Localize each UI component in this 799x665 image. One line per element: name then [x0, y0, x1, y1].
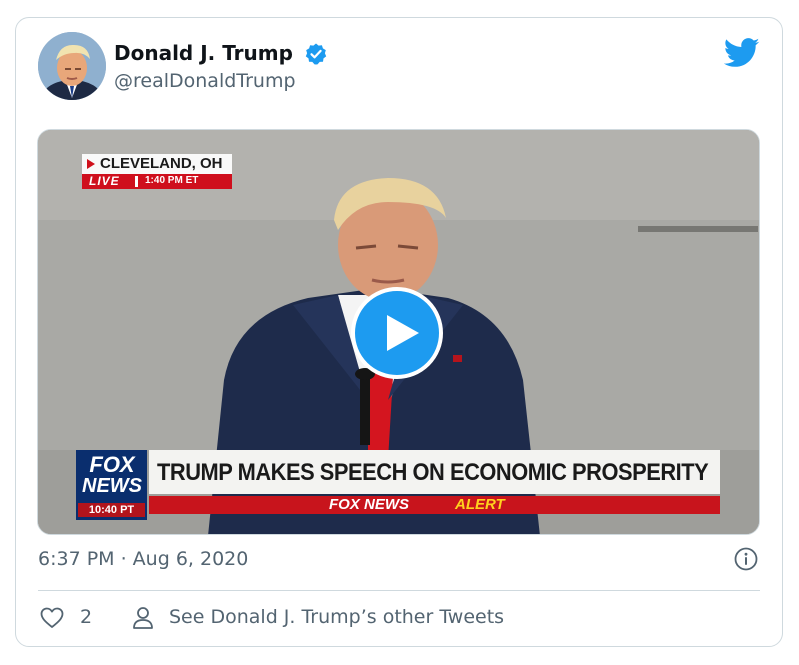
location-banner: CLEVELAND, OH: [82, 154, 232, 174]
video-player[interactable]: CLEVELAND, OH LIVE 1:40 PM ET FOX NEWS 1…: [37, 129, 760, 535]
play-button[interactable]: [351, 287, 443, 379]
live-label: LIVE: [89, 174, 120, 188]
live-time: 1:40 PM ET: [145, 175, 199, 186]
tweet-card[interactable]: Donald J. Trump @realDonaldTrump CLEVELA…: [15, 17, 783, 647]
live-banner: LIVE 1:40 PM ET: [82, 174, 232, 189]
like-count[interactable]: 2: [80, 606, 92, 628]
location-text: CLEVELAND, OH: [100, 155, 223, 172]
author-handle[interactable]: @realDonaldTrump: [114, 70, 296, 92]
tweet-timestamp[interactable]: 6:37 PM · Aug 6, 2020: [38, 548, 248, 570]
fox-news-logo: FOX NEWS 10:40 PT: [76, 450, 147, 520]
verified-badge-icon: [305, 43, 327, 65]
headline-text: TRUMP MAKES SPEECH ON ECONOMIC PROSPERIT…: [157, 459, 709, 486]
person-icon[interactable]: [132, 606, 154, 630]
logo-fox-text: FOX: [89, 452, 135, 477]
alert-word: ALERT: [455, 496, 505, 513]
alert-brand: FOX NEWS: [329, 496, 410, 513]
avatar[interactable]: [38, 32, 106, 100]
headline-banner: TRUMP MAKES SPEECH ON ECONOMIC PROSPERIT…: [149, 450, 720, 494]
info-icon[interactable]: [734, 547, 758, 571]
divider: [38, 590, 760, 591]
alert-banner: FOX NEWS ALERT: [149, 496, 720, 514]
play-icon: [387, 315, 419, 351]
live-separator: [135, 176, 138, 187]
author-name[interactable]: Donald J. Trump: [114, 41, 293, 65]
twitter-bird-icon[interactable]: [724, 38, 760, 68]
logo-news-text: NEWS: [82, 475, 142, 497]
logo-time: 10:40 PT: [78, 503, 145, 517]
arrow-icon: [87, 159, 95, 169]
heart-icon[interactable]: [40, 606, 64, 630]
other-tweets-link[interactable]: See Donald J. Trump’s other Tweets: [169, 606, 504, 628]
